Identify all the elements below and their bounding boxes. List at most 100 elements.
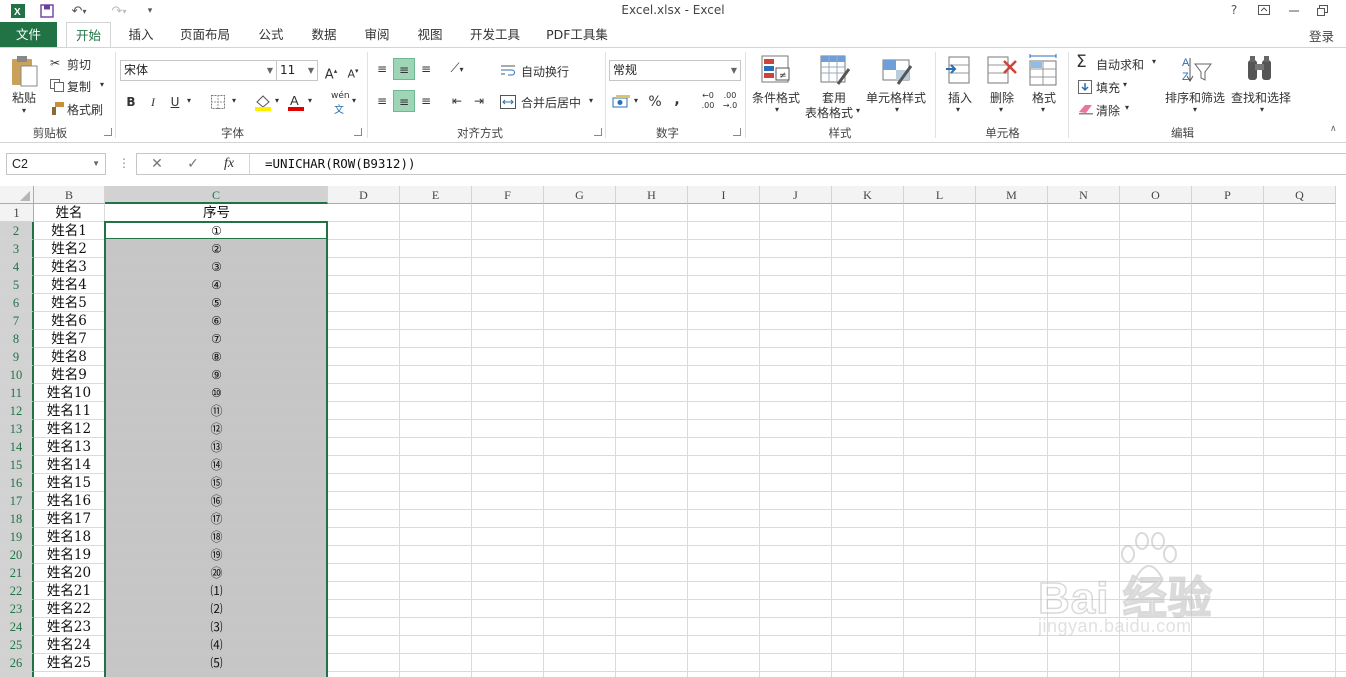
cell-name[interactable]: 姓名15 [34, 474, 105, 492]
delete-cells-button[interactable]: 删除 [990, 89, 1014, 106]
row-header[interactable]: 17 [0, 492, 34, 510]
sort-filter-button[interactable]: 排序和筛选 [1165, 89, 1225, 106]
paste-icon[interactable] [9, 54, 39, 91]
underline-dropdown-icon[interactable]: ▾ [187, 96, 191, 105]
row-header[interactable]: 16 [0, 474, 34, 492]
tab-formulas[interactable]: 公式 [250, 22, 292, 47]
decrease-decimal-icon[interactable]: .00 →.0 [719, 91, 741, 113]
font-dialog-launcher-icon[interactable] [354, 128, 362, 136]
increase-decimal-icon[interactable]: ←0.00 [697, 91, 719, 113]
copy-dropdown-icon[interactable]: ▾ [100, 80, 104, 89]
cell-serial-number[interactable]: ⑵ [105, 600, 328, 618]
cell-name[interactable]: 姓名2 [34, 240, 105, 258]
row-header[interactable]: 13 [0, 420, 34, 438]
number-format-select[interactable]: 常规 ▼ [609, 60, 741, 81]
cell-styles-button[interactable]: 单元格样式 [866, 89, 926, 106]
cell-name[interactable]: 姓名8 [34, 348, 105, 366]
cell-name[interactable]: 姓名9 [34, 366, 105, 384]
align-center-icon[interactable]: ≡ [393, 90, 415, 112]
minimize-icon[interactable] [1282, 1, 1306, 19]
paste-dropdown-icon[interactable]: ▾ [22, 106, 26, 115]
row-header[interactable]: 25 [0, 636, 34, 654]
format-as-table-icon[interactable] [820, 54, 851, 89]
row-header[interactable]: 3 [0, 240, 34, 258]
row-header[interactable] [0, 672, 34, 677]
worksheet-grid[interactable]: BCDEFGHIJKLMNOPQ 1 姓名 序号 2 姓名1 ① 3 姓名2 ② 4 姓名3 ③ 5 姓名… [0, 186, 1346, 677]
tab-page-layout[interactable]: 页面布局 [172, 22, 238, 47]
font-color-dropdown-icon[interactable]: ▾ [308, 96, 312, 105]
number-dialog-launcher-icon[interactable] [733, 128, 741, 136]
restore-icon[interactable] [1310, 1, 1334, 19]
cell-serial-number[interactable]: ⑤ [105, 294, 328, 312]
cell-serial-number[interactable]: ⑬ [105, 438, 328, 456]
row-header[interactable]: 14 [0, 438, 34, 456]
cell-serial-number[interactable]: ⑳ [105, 564, 328, 582]
cell-name[interactable]: 姓名20 [34, 564, 105, 582]
cell-name[interactable]: 姓名5 [34, 294, 105, 312]
cut-button[interactable]: 剪切 [67, 56, 91, 73]
alignment-dialog-launcher-icon[interactable] [594, 128, 602, 136]
cell-name[interactable]: 姓名 [34, 204, 105, 222]
cell-name[interactable]: 姓名25 [34, 654, 105, 672]
autosum-icon[interactable]: Σ [1076, 52, 1087, 72]
cell-serial-number[interactable]: ⑰ [105, 510, 328, 528]
autosum-button[interactable]: 自动求和 [1096, 56, 1144, 73]
row-header[interactable]: 4 [0, 258, 34, 276]
orientation-icon[interactable]: ⟋▾ [446, 58, 468, 80]
help-button[interactable]: ? [1222, 1, 1246, 19]
cell-name[interactable]: 姓名19 [34, 546, 105, 564]
row-header[interactable]: 1 [0, 204, 34, 222]
empty-cell-area[interactable] [328, 204, 1346, 677]
cell-name[interactable]: 姓名14 [34, 456, 105, 474]
delete-dropdown-icon[interactable]: ▾ [999, 105, 1003, 114]
name-box[interactable]: C2 ▼ [6, 153, 106, 175]
insert-function-icon[interactable]: fx [215, 154, 243, 174]
column-header-q[interactable]: Q [1264, 186, 1336, 204]
clear-dropdown-icon[interactable]: ▾ [1125, 103, 1129, 112]
row-header[interactable]: 5 [0, 276, 34, 294]
column-header-p[interactable]: P [1192, 186, 1264, 204]
cell-serial-number[interactable]: ④ [105, 276, 328, 294]
align-left-icon[interactable]: ≡ [371, 90, 393, 112]
underline-button[interactable]: U [164, 91, 186, 113]
cell-name[interactable]: 姓名11 [34, 402, 105, 420]
cell-name[interactable]: 姓名7 [34, 330, 105, 348]
conditional-formatting-icon[interactable]: ≠ [761, 54, 791, 89]
cell-name[interactable]: 姓名3 [34, 258, 105, 276]
select-all-corner[interactable] [0, 186, 34, 204]
cell-name[interactable]: 姓名4 [34, 276, 105, 294]
format-as-table-button[interactable]: 表格格式 [805, 104, 853, 121]
cell-name[interactable]: 姓名16 [34, 492, 105, 510]
fill-color-icon[interactable] [254, 93, 272, 114]
row-header[interactable]: 6 [0, 294, 34, 312]
insert-dropdown-icon[interactable]: ▾ [956, 105, 960, 114]
column-header-h[interactable]: H [616, 186, 688, 204]
column-header-g[interactable]: G [544, 186, 616, 204]
format-cells-icon[interactable] [1028, 53, 1058, 90]
cell-serial-number[interactable]: 序号 [105, 204, 328, 222]
comma-button[interactable]: , [666, 89, 688, 111]
insert-cells-button[interactable]: 插入 [948, 89, 972, 106]
clear-button[interactable]: 清除 [1096, 102, 1120, 119]
border-icon[interactable] [211, 95, 225, 112]
column-header-c[interactable]: C [105, 186, 328, 204]
column-header-n[interactable]: N [1048, 186, 1120, 204]
accounting-dropdown-icon[interactable]: ▾ [634, 96, 638, 105]
accounting-format-icon[interactable] [612, 94, 632, 113]
row-header[interactable]: 26 [0, 654, 34, 672]
ribbon-display-options-icon[interactable] [1252, 1, 1276, 19]
find-dropdown-icon[interactable]: ▾ [1260, 105, 1264, 114]
row-header[interactable]: 8 [0, 330, 34, 348]
paste-button[interactable]: 粘贴 [12, 89, 36, 106]
copy-button[interactable]: 复制 [67, 78, 91, 95]
column-header-k[interactable]: K [832, 186, 904, 204]
phonetic-dropdown-icon[interactable]: ▾ [352, 96, 356, 105]
align-right-icon[interactable]: ≡ [415, 90, 437, 112]
sort-filter-icon[interactable]: AZ [1180, 54, 1212, 89]
align-middle-icon[interactable]: ≡ [393, 58, 415, 80]
column-header-d[interactable]: D [328, 186, 400, 204]
percent-button[interactable]: % [644, 91, 666, 113]
cancel-icon[interactable]: ✕ [143, 154, 171, 174]
cell-name[interactable]: 姓名21 [34, 582, 105, 600]
find-select-button[interactable]: 查找和选择 [1231, 89, 1291, 106]
